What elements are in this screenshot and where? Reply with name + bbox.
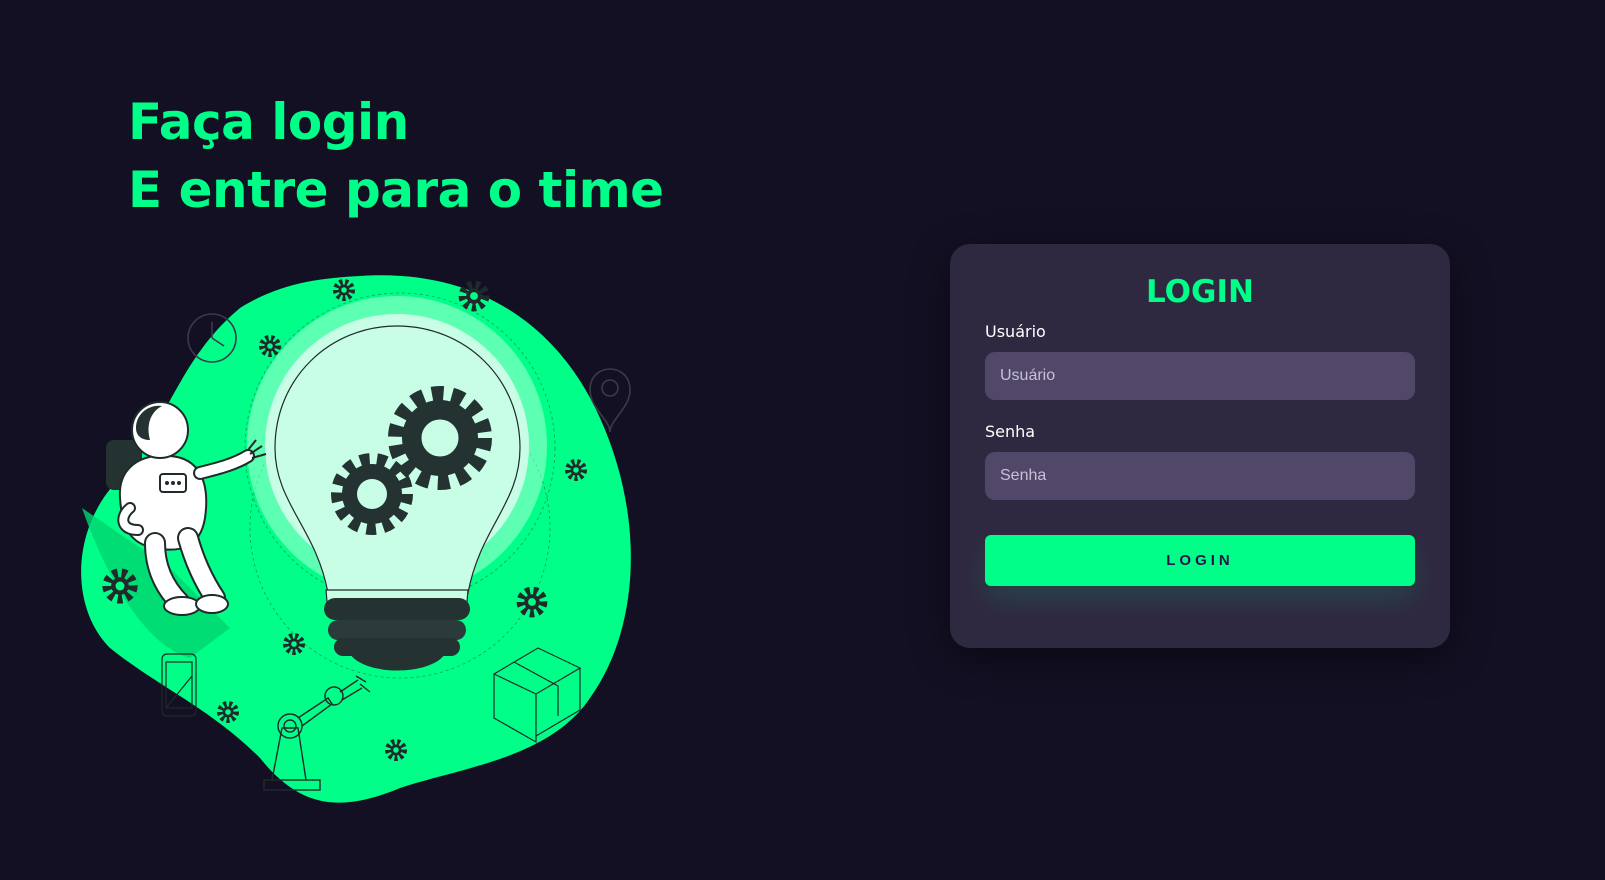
headline-line-2: E entre para o time [128, 161, 664, 219]
password-label: Senha [985, 422, 1036, 441]
login-button[interactable]: LOGIN [985, 535, 1415, 586]
login-card: LOGIN Usuário Senha LOGIN [950, 244, 1450, 648]
username-input[interactable] [985, 352, 1415, 400]
headline-line-1: Faça login [128, 93, 409, 151]
login-title: LOGIN [1146, 274, 1254, 310]
headline: Faça login E entre para o time [128, 88, 664, 224]
password-input[interactable] [985, 452, 1415, 500]
illustration [81, 275, 631, 803]
username-label: Usuário [985, 322, 1046, 341]
login-page: Faça login E entre para o time LOGIN Usu… [0, 0, 1605, 880]
